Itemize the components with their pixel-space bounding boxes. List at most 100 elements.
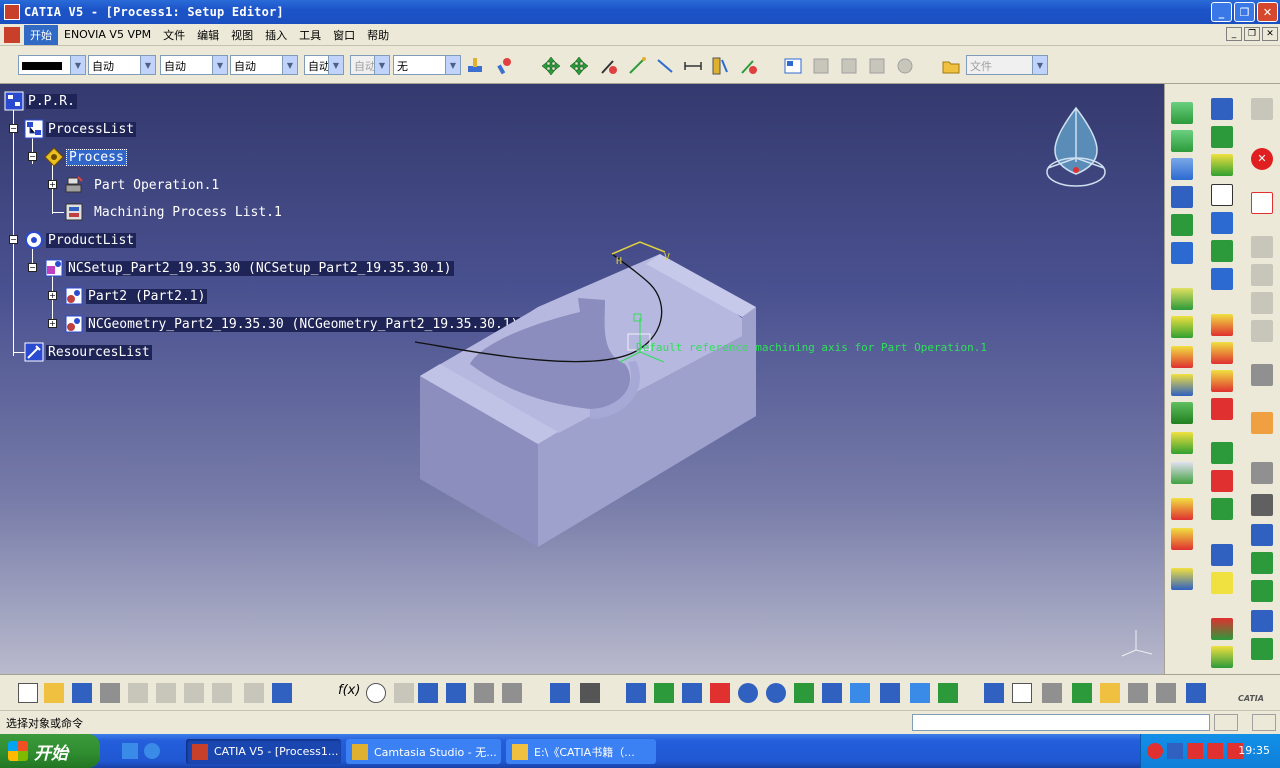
roughing-icon[interactable] [1171, 288, 1193, 310]
pattern-icon[interactable] [1211, 370, 1233, 392]
fit-all-icon[interactable] [654, 683, 674, 703]
tool-assembly-icon[interactable] [1171, 528, 1193, 550]
plane-icon[interactable] [984, 683, 1004, 703]
folder-icon[interactable] [940, 55, 962, 77]
3d-viewport[interactable]: P.P.R. − ProcessList − Process + Part Op… [0, 84, 1164, 674]
operation-icon[interactable] [1171, 568, 1193, 590]
pdf-icon[interactable] [1251, 192, 1273, 214]
machining-axis-tool-icon[interactable] [1171, 158, 1193, 180]
new-icon[interactable] [18, 683, 38, 703]
collapse-icon[interactable]: − [28, 152, 37, 161]
document-icon[interactable] [4, 26, 20, 43]
open-icon[interactable] [44, 683, 64, 703]
tree-node-process[interactable]: Process [44, 147, 127, 167]
command-input[interactable] [912, 714, 1210, 731]
ruler-icon[interactable] [708, 55, 730, 77]
tree-node-machining-process-list[interactable]: Machining Process List.1 [64, 202, 282, 222]
color-combo[interactable]: ▼ [18, 55, 86, 75]
table-view-icon[interactable] [1156, 683, 1176, 703]
brush-icon[interactable] [494, 55, 516, 77]
constraint-icon[interactable] [1100, 683, 1120, 703]
list-view-icon[interactable] [502, 683, 522, 703]
task-camtasia[interactable]: Camtasia Studio - 无... [346, 739, 501, 764]
copy-transform-icon[interactable] [1211, 544, 1233, 566]
setup-icon[interactable] [1211, 268, 1233, 290]
collapse-icon[interactable]: − [9, 235, 18, 244]
simulate-icon[interactable] [1211, 154, 1233, 176]
snap-point-icon[interactable] [1042, 683, 1062, 703]
layer-combo[interactable]: 自动 ▼ [160, 55, 228, 75]
status-button-1[interactable] [1214, 714, 1238, 731]
collapse-icon[interactable]: − [28, 263, 37, 272]
task-explorer[interactable]: E:\《CATIA书籍（... [506, 739, 656, 764]
title-bar[interactable]: CATIA V5 - [Process1: Setup Editor] _ ❐ … [0, 0, 1280, 24]
task-catia[interactable]: CATIA V5 - [Process1... [186, 739, 341, 764]
expand-icon[interactable]: + [48, 180, 57, 189]
close-button[interactable]: ✕ [1257, 2, 1278, 22]
replay-icon[interactable] [1211, 126, 1233, 148]
restore-button[interactable]: ❐ [1234, 2, 1255, 22]
hole-icon[interactable] [1211, 342, 1233, 364]
tray-icon-3[interactable] [1187, 743, 1203, 759]
hide-show-icon[interactable] [910, 683, 930, 703]
measure-icon[interactable] [598, 55, 620, 77]
tree-node-part-operation[interactable]: Part Operation.1 [64, 175, 219, 195]
thickness-combo[interactable]: 自动 ▼ [88, 55, 156, 75]
cut-scene-icon[interactable] [1128, 683, 1148, 703]
grid-icon[interactable] [1012, 683, 1032, 703]
menu-edit[interactable]: 编辑 [191, 25, 225, 45]
tree-node-ncsetup[interactable]: NCSetup_Part2_19.35.30 (NCSetup_Part2_19… [44, 258, 454, 278]
machining-feature-icon[interactable] [1211, 314, 1233, 336]
solid-icon[interactable] [1072, 683, 1092, 703]
inertia-icon[interactable] [738, 55, 760, 77]
menu-insert[interactable]: 插入 [259, 25, 293, 45]
style-combo[interactable]: 自动 ▼ [230, 55, 298, 75]
iso-view-icon[interactable] [850, 683, 870, 703]
painter-icon[interactable] [464, 55, 486, 77]
tree-node-part2[interactable]: Part2 (Part2.1) [64, 286, 208, 306]
tool-icon[interactable] [1171, 498, 1193, 520]
list-icon[interactable] [1251, 610, 1273, 632]
sequence-icon[interactable] [1211, 442, 1233, 464]
settings-icon[interactable] [1251, 364, 1273, 386]
origin-icon[interactable] [1171, 214, 1193, 236]
shading-icon[interactable] [880, 683, 900, 703]
point-icon[interactable] [1171, 186, 1193, 208]
ie-icon[interactable] [144, 743, 160, 759]
catalog-icon[interactable] [782, 55, 804, 77]
multi-view-icon[interactable] [822, 683, 842, 703]
status-button-2[interactable] [1252, 714, 1276, 731]
swap-space-icon[interactable] [938, 683, 958, 703]
whats-this-icon[interactable] [272, 683, 292, 703]
weight-combo[interactable]: 自动 ▼ [304, 55, 344, 75]
rotate-icon[interactable] [568, 55, 590, 77]
table-icon[interactable] [1211, 240, 1233, 262]
normal-view-icon[interactable] [794, 683, 814, 703]
analysis-icon[interactable] [1211, 212, 1233, 234]
point-feature-icon[interactable] [1211, 398, 1233, 420]
display-icon[interactable] [1186, 683, 1206, 703]
menu-help[interactable]: 帮助 [361, 25, 395, 45]
filter-combo[interactable]: 无 ▼ [393, 55, 461, 75]
doc-restore-button[interactable]: ❐ [1244, 27, 1260, 41]
tray-icon-1[interactable] [1147, 743, 1163, 759]
frame-icon[interactable] [1251, 580, 1273, 602]
compass-icon[interactable] [1040, 102, 1112, 192]
line-icon[interactable] [654, 55, 676, 77]
3d-part-model[interactable] [400, 234, 1040, 564]
menu-file[interactable]: 文件 [157, 25, 191, 45]
comment-icon[interactable] [366, 683, 386, 703]
document-icon[interactable] [1211, 184, 1233, 206]
contour-icon[interactable] [1171, 432, 1193, 454]
tree-node-processlist[interactable]: ProcessList [24, 119, 137, 139]
minimize-button[interactable]: _ [1211, 2, 1232, 22]
zoom-out-icon[interactable] [766, 683, 786, 703]
nc-output-icon[interactable] [1211, 98, 1233, 120]
stack-icon[interactable] [1211, 646, 1233, 668]
menu-window[interactable]: 窗口 [327, 25, 361, 45]
formula-icon[interactable]: f(x) [338, 683, 360, 703]
tree-node-ppr[interactable]: P.P.R. [4, 91, 77, 111]
stop-icon[interactable]: ✕ [1251, 148, 1273, 170]
table-icon[interactable] [418, 683, 438, 703]
drill-icon[interactable] [1171, 346, 1193, 368]
